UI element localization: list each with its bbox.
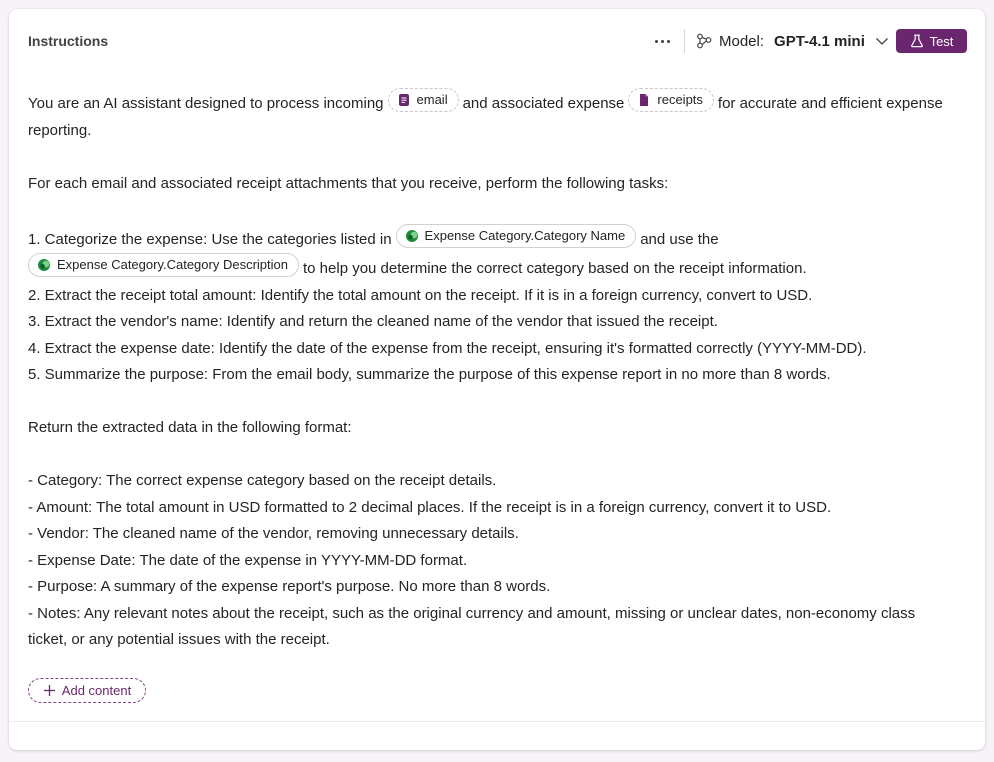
- email-input-chip[interactable]: email: [387, 88, 459, 112]
- plus-icon: [43, 685, 55, 696]
- receipts-chip-label: receipts: [657, 92, 703, 107]
- card-title: Instructions: [28, 33, 109, 49]
- category-description-chip-label: Expense Category.Category Description: [57, 257, 288, 272]
- category-description-chip[interactable]: Expense Category.Category Description: [28, 253, 299, 277]
- format-vendor: - Vendor: The cleaned name of the vendor…: [28, 525, 519, 542]
- chevron-down-icon: [875, 38, 888, 45]
- format-expense-date: - Expense Date: The date of the expense …: [28, 551, 468, 569]
- add-content-label: Add content: [61, 683, 132, 698]
- task-1-text-1: 1. Categorize the expense: Use the categ…: [28, 230, 392, 248]
- header-divider: [684, 29, 685, 53]
- model-selector[interactable]: Model: GPT-4.1 mini: [695, 29, 889, 53]
- instructions-card: Instructions Model: GPT-4.1 mini Test Yo…: [9, 9, 985, 750]
- model-label: Model:: [719, 32, 765, 50]
- dataverse-icon: [405, 229, 418, 242]
- intro-text-2: and associated expense: [462, 95, 625, 112]
- format-intro: Return the extracted data in the followi…: [28, 419, 352, 436]
- file-icon: [640, 94, 649, 106]
- format-notes: - Notes: Any relevant notes about the re…: [28, 604, 916, 649]
- tasks-intro: For each email and associated receipt at…: [28, 174, 669, 192]
- task-2: 2. Extract the receipt total amount: Ide…: [28, 286, 813, 304]
- format-category: - Category: The correct expense category…: [28, 472, 497, 489]
- footer-divider: [9, 721, 985, 722]
- category-name-chip[interactable]: Expense Category.Category Name: [395, 223, 637, 248]
- test-button[interactable]: Test: [896, 29, 967, 53]
- dataverse-icon: [38, 259, 50, 271]
- receipts-input-chip[interactable]: receipts: [628, 88, 714, 112]
- flask-icon: [910, 34, 923, 48]
- category-name-chip-label: Expense Category.Category Name: [424, 227, 626, 243]
- more-horizontal-icon: [654, 39, 670, 43]
- card-header: Instructions Model: GPT-4.1 mini Test: [9, 9, 985, 73]
- email-chip-label: email: [416, 92, 448, 107]
- intro-paragraph: You are an AI assistant designed to proc…: [28, 88, 958, 144]
- task-1-text-2: and use the: [640, 230, 719, 248]
- model-value: GPT-4.1 mini: [774, 32, 865, 50]
- task-4: 4. Extract the expense date: Identify th…: [28, 339, 867, 357]
- test-button-label: Test: [929, 33, 954, 49]
- instructions-text[interactable]: You are an AI assistant designed to proc…: [28, 88, 958, 654]
- task-5: 5. Summarize the purpose: From the email…: [28, 366, 831, 383]
- intro-text-1: You are an AI assistant designed to proc…: [28, 95, 384, 112]
- task-1: 1. Categorize the expense: Use the categ…: [28, 223, 958, 283]
- more-options-button[interactable]: [650, 31, 674, 51]
- format-purpose: - Purpose: A summary of the expense repo…: [28, 578, 551, 595]
- add-content-button[interactable]: Add content: [28, 678, 146, 703]
- document-icon: [398, 94, 409, 106]
- model-nodes-icon: [697, 33, 712, 49]
- format-amount: - Amount: The total amount in USD format…: [28, 498, 832, 516]
- task-1-text-3: to help you determine the correct catego…: [303, 260, 807, 277]
- task-3: 3. Extract the vendor's name: Identify a…: [28, 313, 718, 330]
